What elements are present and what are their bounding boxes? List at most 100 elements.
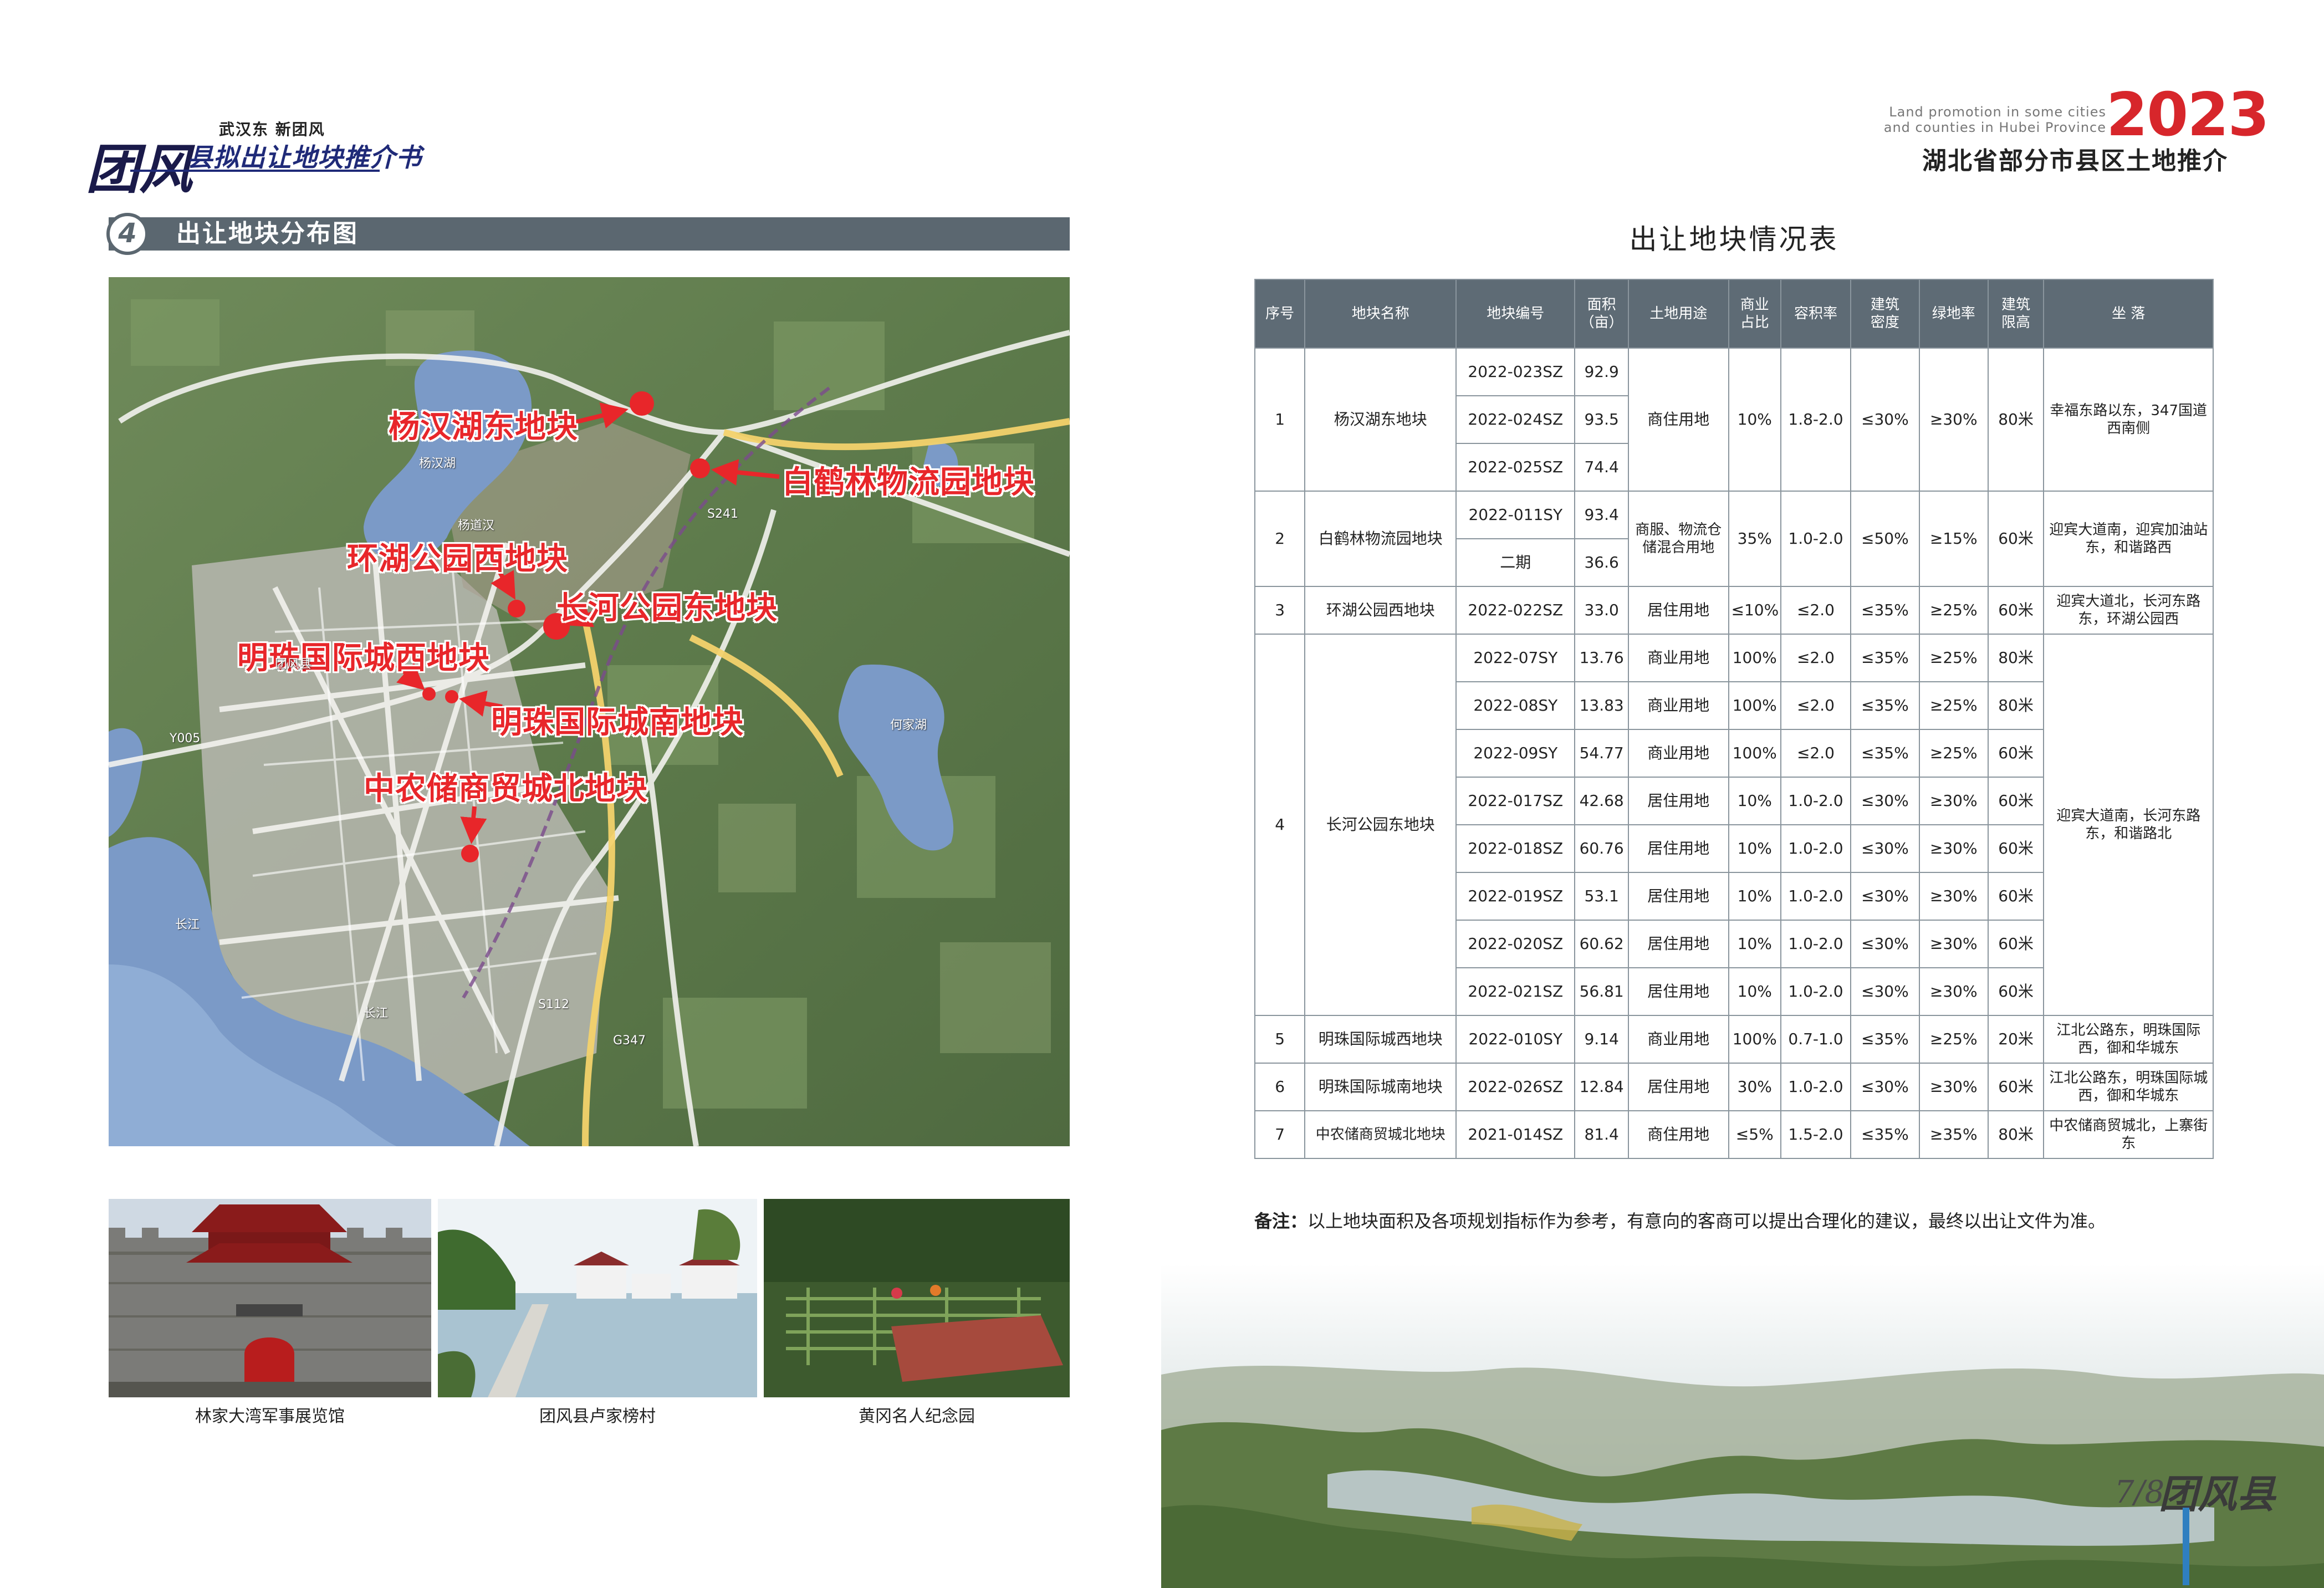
cell-far: 1.0-2.0: [1780, 872, 1851, 921]
cell-no: 1: [1254, 348, 1306, 492]
cell-far: 1.0-2.0: [1780, 777, 1851, 825]
cell-area: 93.5: [1574, 395, 1629, 444]
cell-area: 60.62: [1574, 920, 1629, 968]
cell-no: 2: [1254, 491, 1306, 587]
page-brand: 团风县: [2159, 1471, 2275, 1517]
map-place-yangdaohan: 杨道汉: [458, 519, 495, 533]
cell-area: 9.14: [1574, 1015, 1629, 1064]
photo-military-museum: [109, 1199, 431, 1397]
cell-far: ≤2.0: [1780, 681, 1851, 730]
landscape-photo: [1161, 1264, 2324, 1588]
parcel-distribution-map: 杨汉湖东地块 白鹤林物流园地块 环湖公园西地块 长河公园东地块 明珠国际城西地块…: [109, 277, 1070, 1146]
map-place-changjiang-2: 长江: [364, 1007, 389, 1020]
map-place-tuanfeng: 团风县: [275, 657, 312, 671]
table-title: 出让地块情况表: [1629, 223, 1839, 256]
cell-area: 56.81: [1574, 967, 1629, 1016]
cell-code: 2022-011SY: [1455, 491, 1576, 539]
cell-name: 白鹤林物流园地块: [1304, 491, 1457, 587]
cell-density: ≤30%: [1850, 967, 1920, 1016]
cell-location: 迎宾大道北，长河东路东，环湖公园西: [2043, 586, 2214, 635]
cell-use: 居住用地: [1627, 824, 1729, 873]
cell-far: 1.8-2.0: [1780, 348, 1851, 492]
cell-code: 2022-018SZ: [1455, 824, 1576, 873]
cell-far: 1.0-2.0: [1780, 824, 1851, 873]
cell-name: 明珠国际城西地块: [1304, 1015, 1457, 1064]
cell-height: 60米: [1987, 967, 2045, 1016]
cell-height: 80米: [1987, 634, 2045, 682]
cell-location: 江北公路东，明珠国际西，御和华城东: [2043, 1015, 2214, 1064]
cell-name: 环湖公园西地块: [1304, 586, 1457, 635]
th-location: 坐 落: [2043, 279, 2214, 349]
cell-commercial: ≤5%: [1728, 1110, 1781, 1159]
cell-code: 2022-023SZ: [1455, 348, 1576, 396]
cell-height: 80米: [1987, 348, 2045, 492]
cell-far: 1.5-2.0: [1780, 1110, 1851, 1159]
table-row: 5 明珠国际城西地块 2022-010SY 9.14 商业用地 100% 0.7…: [1254, 1015, 2214, 1064]
cell-far: ≤2.0: [1780, 586, 1851, 635]
cell-name: 长河公园东地块: [1304, 634, 1457, 1016]
cell-green: ≥30%: [1918, 824, 1989, 873]
cell-green: ≥25%: [1918, 634, 1989, 682]
header-english-line2: and counties in Hubei Province: [1883, 120, 2106, 135]
cell-density: ≤30%: [1850, 1063, 1920, 1111]
cell-use: 商业用地: [1627, 729, 1729, 778]
cell-far: ≤2.0: [1780, 634, 1851, 682]
note-text: 以上地块面积及各项规划指标作为参考，有意向的客商可以提出合理化的建议，最终以出让…: [1307, 1211, 2106, 1232]
brochure-title: 县拟出让地块推介书: [187, 142, 422, 172]
header-english: Land promotion in some cities and counti…: [1829, 104, 2106, 135]
cell-code: 2022-025SZ: [1455, 443, 1576, 492]
cell-density: ≤30%: [1850, 920, 1920, 968]
map-label-baihelin-logistics: 白鹤林物流园地块: [782, 464, 1035, 501]
cell-green: ≥25%: [1918, 729, 1989, 778]
table-row: 7 中农储商贸城北地块 2021-014SZ 81.4 商住用地 ≤5% 1.5…: [1254, 1110, 2214, 1159]
cell-density: ≤35%: [1850, 681, 1920, 730]
cell-density: ≤35%: [1850, 586, 1920, 635]
table-header-row: 序号 地块名称 地块编号 面积 （亩） 土地用途 商业 占比 容积率 建筑 密度…: [1254, 279, 2214, 349]
cell-area: 81.4: [1574, 1110, 1629, 1159]
map-label-huanhu-park-west: 环湖公园西地块: [347, 541, 568, 577]
cell-far: 1.0-2.0: [1780, 491, 1851, 587]
cell-green: ≥30%: [1918, 920, 1989, 968]
photo-caption-3: 黄冈名人纪念园: [859, 1407, 975, 1426]
cell-commercial: ≤10%: [1728, 586, 1781, 635]
cell-height: 60米: [1987, 777, 2045, 825]
cell-green: ≥30%: [1918, 1063, 1989, 1111]
cell-use: 商服、物流仓储混合用地: [1627, 491, 1729, 587]
cell-code: 2021-014SZ: [1455, 1110, 1576, 1159]
cell-area: 36.6: [1574, 538, 1629, 587]
cell-height: 60米: [1987, 920, 2045, 968]
cell-area: 33.0: [1574, 586, 1629, 635]
cell-density: ≤50%: [1850, 491, 1920, 587]
cell-code: 2022-09SY: [1455, 729, 1576, 778]
cell-commercial: 10%: [1728, 348, 1781, 492]
cell-code: 二期: [1455, 538, 1576, 587]
table-row: 4 长河公园东地块 2022-07SY 13.76 商业用地 100% ≤2.0…: [1254, 634, 2214, 1016]
cell-density: ≤35%: [1850, 729, 1920, 778]
cell-location: 迎宾大道南，迎宾加油站东，和谐路西: [2043, 491, 2214, 587]
land-parcel-table: 序号 地块名称 地块编号 面积 （亩） 土地用途 商业 占比 容积率 建筑 密度…: [1254, 279, 2214, 1159]
cell-area: 13.76: [1574, 634, 1629, 682]
map-road-s241: S241: [707, 507, 738, 521]
photo-caption-1: 林家大湾军事展览馆: [195, 1407, 345, 1426]
cell-commercial: 35%: [1728, 491, 1781, 587]
map-road-y005: Y005: [170, 732, 201, 746]
cell-density: ≤35%: [1850, 1110, 1920, 1159]
cell-far: 1.0-2.0: [1780, 1063, 1851, 1111]
cell-height: 80米: [1987, 1110, 2045, 1159]
cell-use: 商业用地: [1627, 1015, 1729, 1064]
cell-use: 商业用地: [1627, 634, 1729, 682]
cell-commercial: 100%: [1728, 1015, 1781, 1064]
cell-commercial: 30%: [1728, 1063, 1781, 1111]
cell-use: 居住用地: [1627, 1063, 1729, 1111]
brand-slogan: 武汉东 新团风: [219, 120, 325, 139]
cell-green: ≥30%: [1918, 348, 1989, 492]
cell-commercial: 100%: [1728, 729, 1781, 778]
photo-famous-people-memorial: [764, 1199, 1070, 1397]
cell-density: ≤35%: [1850, 634, 1920, 682]
cell-code: 2022-08SY: [1455, 681, 1576, 730]
cell-no: 3: [1254, 586, 1306, 635]
cell-no: 7: [1254, 1110, 1306, 1159]
cell-height: 60米: [1987, 824, 2045, 873]
th-far: 容积率: [1780, 279, 1851, 349]
cell-name: 明珠国际城南地块: [1304, 1063, 1457, 1111]
